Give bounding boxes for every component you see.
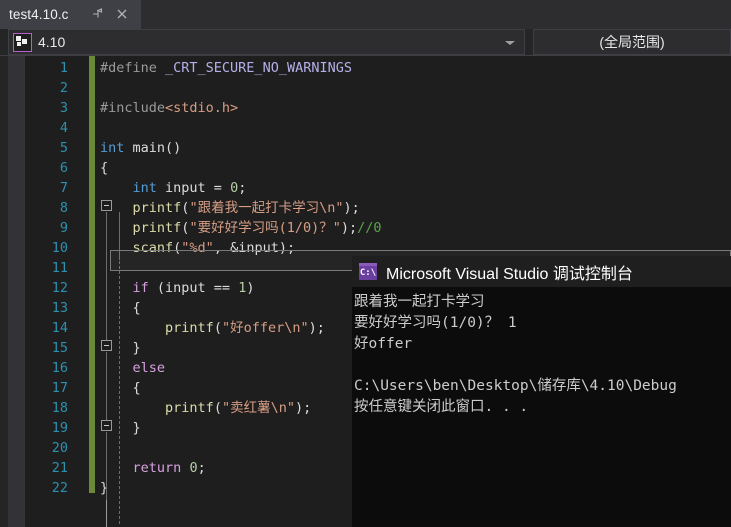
block-guide-main-upper xyxy=(106,212,107,340)
code-line-text: #define _CRT_SECURE_NO_WARNINGS xyxy=(100,60,352,76)
close-icon[interactable] xyxy=(114,6,130,22)
line-number: 4 xyxy=(59,120,68,136)
code-line-text: printf("要好好学习吗(1/0)？");//0 xyxy=(132,220,382,236)
line-number: 10 xyxy=(51,240,68,256)
code-line-text: printf("跟着我一起打卡学习\n"); xyxy=(132,200,360,216)
line-number: 22 xyxy=(51,480,68,496)
member-dropdown-value: (全局范围) xyxy=(599,34,665,50)
console-output: 跟着我一起打卡学习要好好学习吗(1/0)？ 1 好offer C:\Users\be… xyxy=(352,287,731,527)
code-line[interactable]: 4 xyxy=(0,118,731,138)
line-number: 16 xyxy=(51,360,68,376)
fold-box-else[interactable] xyxy=(101,420,112,431)
pin-icon[interactable] xyxy=(90,7,104,21)
line-number: 3 xyxy=(59,100,68,116)
member-dropdown[interactable]: (全局范围) xyxy=(533,29,731,55)
line-number: 19 xyxy=(51,420,68,436)
line-number: 13 xyxy=(51,300,68,316)
project-icon xyxy=(13,32,32,52)
line-number: 17 xyxy=(51,380,68,396)
code-line-text: return 0; xyxy=(132,460,206,476)
line-number: 21 xyxy=(51,460,68,476)
console-title-bar: C:\ Microsoft Visual Studio 调试控制台 xyxy=(352,256,731,287)
line-number: 5 xyxy=(59,140,68,156)
block-guide-if xyxy=(106,352,107,420)
line-number: 20 xyxy=(51,440,68,456)
block-guide-main-end xyxy=(106,500,115,527)
code-line-text: { xyxy=(100,160,109,176)
code-line[interactable]: 6{ xyxy=(0,158,731,178)
line-number: 12 xyxy=(51,280,68,296)
code-line[interactable]: 9 printf("要好好学习吗(1/0)？");//0 xyxy=(0,218,731,238)
scope-dropdown[interactable]: 4.10 xyxy=(8,29,525,55)
code-line-text: printf("好offer\n"); xyxy=(165,320,325,336)
editor-tab-strip: test4.10.c xyxy=(0,0,731,29)
code-line-text: printf("卖红薯\n"); xyxy=(165,400,312,416)
console-output-line: C:\Users\ben\Desktop\储存库\4.10\Debug xyxy=(354,378,677,394)
code-line-text: int input = 0; xyxy=(132,180,247,196)
fold-box-main[interactable] xyxy=(101,200,112,211)
console-output-line: 跟着我一起打卡学习 xyxy=(354,294,485,310)
console-icon: C:\ xyxy=(359,263,377,280)
editor-tab-label: test4.10.c xyxy=(9,7,69,22)
indent-guide-body xyxy=(119,236,120,524)
console-output-line: 要好好学习吗(1/0)？ 1 xyxy=(354,315,517,331)
line-number: 6 xyxy=(59,160,68,176)
fold-box-if[interactable] xyxy=(101,340,112,351)
scope-dropdown-value: 4.10 xyxy=(38,34,66,50)
code-line-text: #include<stdio.h> xyxy=(100,100,239,116)
line-number: 9 xyxy=(59,220,68,236)
line-number: 14 xyxy=(51,320,68,336)
code-line-text: int main() xyxy=(100,140,182,156)
code-line[interactable]: 1 #define _CRT_SECURE_NO_WARNINGS xyxy=(0,58,731,78)
warning-squiggle xyxy=(139,305,304,309)
line-number: 18 xyxy=(51,400,68,416)
line-number: 1 xyxy=(59,60,68,76)
code-line[interactable]: 2 xyxy=(0,78,731,98)
line-number: 15 xyxy=(51,340,68,356)
debug-console-window[interactable]: C:\ Microsoft Visual Studio 调试控制台 跟着我一起打… xyxy=(352,256,731,527)
console-output-line: 好offer xyxy=(354,336,413,352)
code-line[interactable]: 5 int main() xyxy=(0,138,731,158)
line-number: 2 xyxy=(59,80,68,96)
code-line-text: else xyxy=(132,360,166,376)
code-line[interactable]: 3 #include<stdio.h> xyxy=(0,98,731,118)
console-title-label: Microsoft Visual Studio 调试控制台 xyxy=(386,265,633,283)
block-guide-else xyxy=(106,432,107,500)
line-number: 11 xyxy=(51,260,68,276)
editor-navigation-bar: 4.10 (全局范围) xyxy=(0,29,731,56)
console-output-line: 按任意键关闭此窗口. . . xyxy=(354,399,529,415)
chevron-down-icon[interactable] xyxy=(505,41,515,45)
line-number: 8 xyxy=(59,200,68,216)
code-line[interactable]: 7 int input = 0; xyxy=(0,178,731,198)
line-number: 7 xyxy=(59,180,68,196)
code-line-text: if (input == 1) xyxy=(132,280,255,296)
